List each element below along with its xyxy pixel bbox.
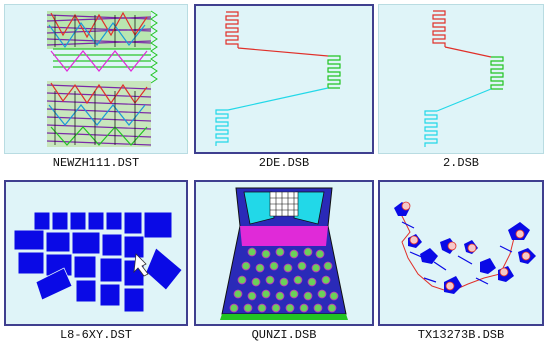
file-name-label: TX13273B.DSB: [417, 328, 505, 342]
file-tile-newzh111[interactable]: NEWZH111.DST: [4, 4, 188, 174]
embroidery-design-pattern: [215, 11, 341, 146]
file-tile-tx13273b[interactable]: TX13273B.DSB: [378, 180, 544, 344]
embroidery-design-pattern: [13, 211, 183, 313]
embroidery-design-pattern: [424, 10, 504, 147]
thumbnail-preview: [4, 4, 188, 154]
file-tile-2[interactable]: 2.DSB: [378, 4, 544, 174]
file-tile-l8-6xy[interactable]: L8-6XY.DST: [4, 180, 188, 344]
thumbnail-preview: [378, 4, 544, 154]
file-name-label: 2DE.DSB: [258, 156, 310, 170]
thumbnail-preview: [194, 4, 374, 154]
embroidery-design-pattern: [46, 10, 158, 147]
file-tile-2de[interactable]: 2DE.DSB: [194, 4, 374, 174]
file-name-label: 2.DSB: [442, 156, 479, 170]
thumbnail-preview: [4, 180, 188, 326]
thumbnail-preview: [378, 180, 544, 326]
file-name-label: L8-6XY.DST: [59, 328, 132, 342]
file-name-label: NEWZH111.DST: [52, 156, 140, 170]
file-tile-qunzi[interactable]: QUNZI.DSB: [194, 180, 374, 344]
embroidery-design-pattern: [394, 201, 536, 294]
file-thumbnail-grid: NEWZH111.DST 2DE.DSB 2.DSB L8-6XY.DST QU…: [0, 0, 546, 344]
file-name-label: QUNZI.DSB: [251, 328, 317, 342]
thumbnail-preview: [194, 180, 374, 326]
embroidery-design-pattern: [220, 187, 348, 320]
